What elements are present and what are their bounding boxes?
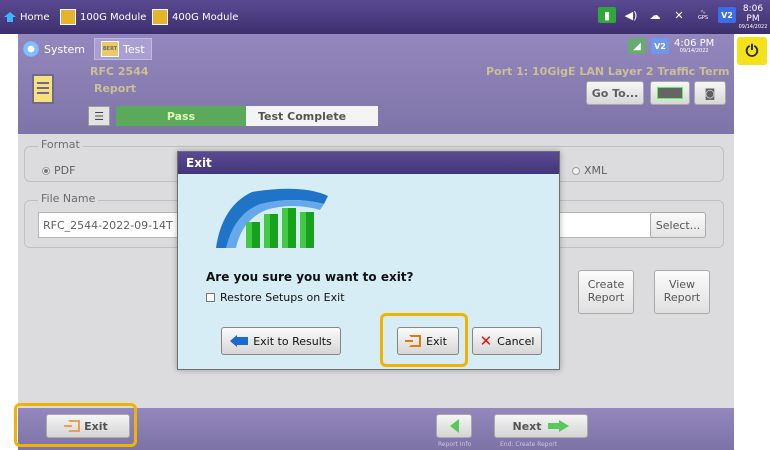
speaker-icon[interactable]: ◀) — [622, 7, 640, 23]
exit-to-results-icon — [230, 335, 249, 347]
tools-icon[interactable]: ✕ — [670, 7, 688, 23]
home-label: Home — [20, 11, 50, 23]
bert-module-icon — [60, 9, 76, 25]
module-tab-100g-label: 100G Module — [80, 11, 147, 23]
gps-label: GPS — [697, 15, 709, 21]
module-tab-400g-label: 400G Module — [172, 11, 239, 23]
highlight-exit-bottom — [14, 403, 137, 447]
restore-check-box[interactable] — [206, 293, 215, 302]
module-tab-400g[interactable]: 400G Module — [152, 8, 238, 26]
bert-logo — [216, 188, 328, 248]
v2-icon[interactable]: V2 — [718, 7, 736, 23]
cloud-icon: ☁ — [649, 8, 661, 22]
restore-setups-checkbox[interactable]: Restore Setups on Exit — [206, 291, 345, 304]
bert-module-icon — [152, 9, 168, 25]
cancel-button[interactable]: ✕ Cancel — [472, 327, 542, 355]
power-icon: ⏻ — [745, 41, 759, 60]
gps-icon: ∿ GPS — [697, 8, 709, 21]
system-date: 09/14/2022 — [738, 23, 768, 30]
home-tab[interactable]: Home — [4, 8, 50, 26]
status-icons: ▮ ◀) ☁ ✕ ∿ GPS V2 — [598, 7, 736, 23]
system-status-bar: Home 100G Module 400G Module ▮ ◀) ☁ ✕ ∿ G… — [0, 0, 770, 34]
power-area: ⏻ — [734, 34, 770, 71]
cancel-x-icon: ✕ — [479, 331, 493, 350]
restore-setups-label: Restore Setups on Exit — [220, 291, 345, 304]
highlight-dialog-exit — [380, 313, 468, 367]
dialog-question: Are you sure you want to exit? — [206, 270, 414, 284]
exit-to-results-label: Exit to Results — [253, 334, 332, 348]
cancel-label: Cancel — [497, 334, 535, 348]
battery-icon: ▮ — [598, 7, 616, 23]
power-button[interactable]: ⏻ — [737, 37, 767, 65]
system-clock: 8:06 PM 09/14/2022 — [736, 4, 770, 30]
dialog-title: Exit — [178, 152, 559, 174]
module-tab-100g[interactable]: 100G Module — [60, 8, 146, 26]
exit-dialog: Exit Are you sure you want to exit? Rest… — [177, 151, 560, 370]
system-time: 8:06 PM — [742, 4, 764, 24]
exit-to-results-button[interactable]: Exit to Results — [221, 327, 341, 355]
home-icon — [4, 12, 16, 22]
